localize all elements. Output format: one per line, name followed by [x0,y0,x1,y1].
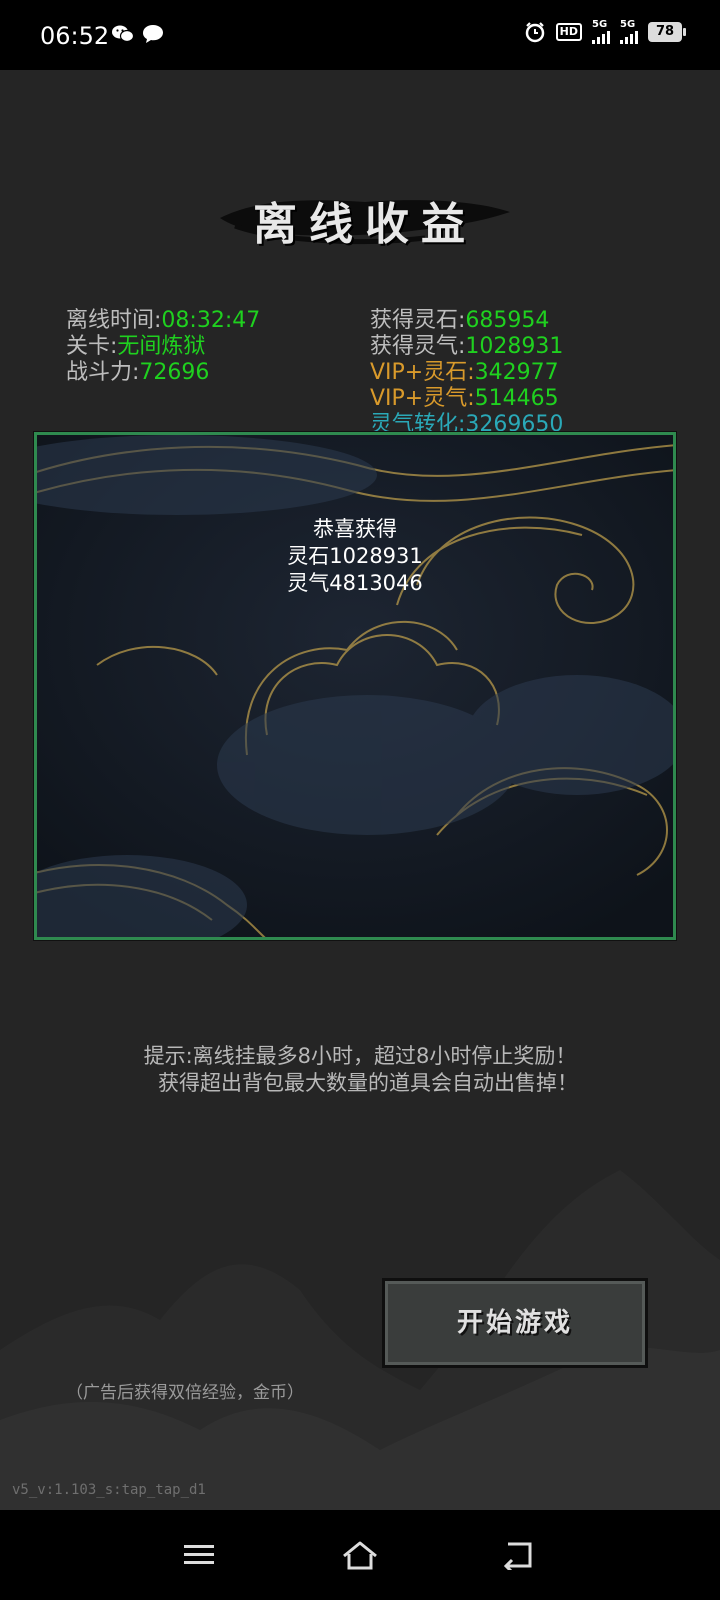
stat-vip-qi: VIP+灵气:514465 [370,386,559,411]
ad-bonus-note: （广告后获得双倍经验，金币） [66,1383,304,1403]
cloud-pattern-background [37,435,673,937]
sim2-signal-icon: 5G [620,20,638,44]
stat-vip-stone: VIP+灵石:342977 [370,360,559,385]
stat-combat-power: 战斗力:72696 [66,360,210,385]
home-icon[interactable] [340,1540,380,1572]
reward-heading: 恭喜获得 [313,517,397,541]
battery-icon: 78 [648,22,686,42]
tip-line-2: 获得超出背包最大数量的道具会自动出售掉！ [158,1071,578,1095]
wechat-icon [112,25,134,43]
offline-earnings-screen: 离线收益 离线时间:08:32:47 关卡:无间炼狱 战斗力:72696 获得灵… [0,70,720,1510]
message-bubble-icon [143,25,163,43]
reward-spirit-stone: 灵石1028931 [287,544,423,568]
stat-stage: 关卡:无间炼狱 [66,334,206,359]
reward-spirit-qi: 灵气4813046 [287,571,423,595]
title-banner: 离线收益 [215,180,515,250]
stat-spirit-qi: 获得灵气:1028931 [370,334,564,359]
page-title: 离线收益 [253,199,477,250]
alarm-icon [525,22,544,43]
start-game-label: 开始游戏 [456,1308,573,1338]
sim1-signal-icon: 5G [592,20,610,44]
menu-icon[interactable] [183,1540,215,1570]
navigation-bar [0,1510,720,1600]
status-bar: 06:52 HD 5G 5G 78 [0,0,720,70]
reward-popup[interactable]: 恭喜获得 灵石1028931 灵气4813046 [34,432,676,940]
start-game-button[interactable]: 开始游戏 [382,1278,648,1368]
hd-voice-icon: HD [555,23,582,41]
status-icons: HD 5G 5G 78 [524,20,686,44]
back-icon[interactable] [502,1540,536,1570]
version-label: v5_v:1.103_s:tap_tap_d1 [12,1482,206,1498]
tip-line-1: 提示:离线挂最多8小时，超过8小时停止奖励！ [143,1044,577,1068]
clock: 06:52 [40,22,110,50]
stat-offline-time: 离线时间:08:32:47 [66,308,261,333]
stat-spirit-stone: 获得灵石:685954 [370,308,550,333]
